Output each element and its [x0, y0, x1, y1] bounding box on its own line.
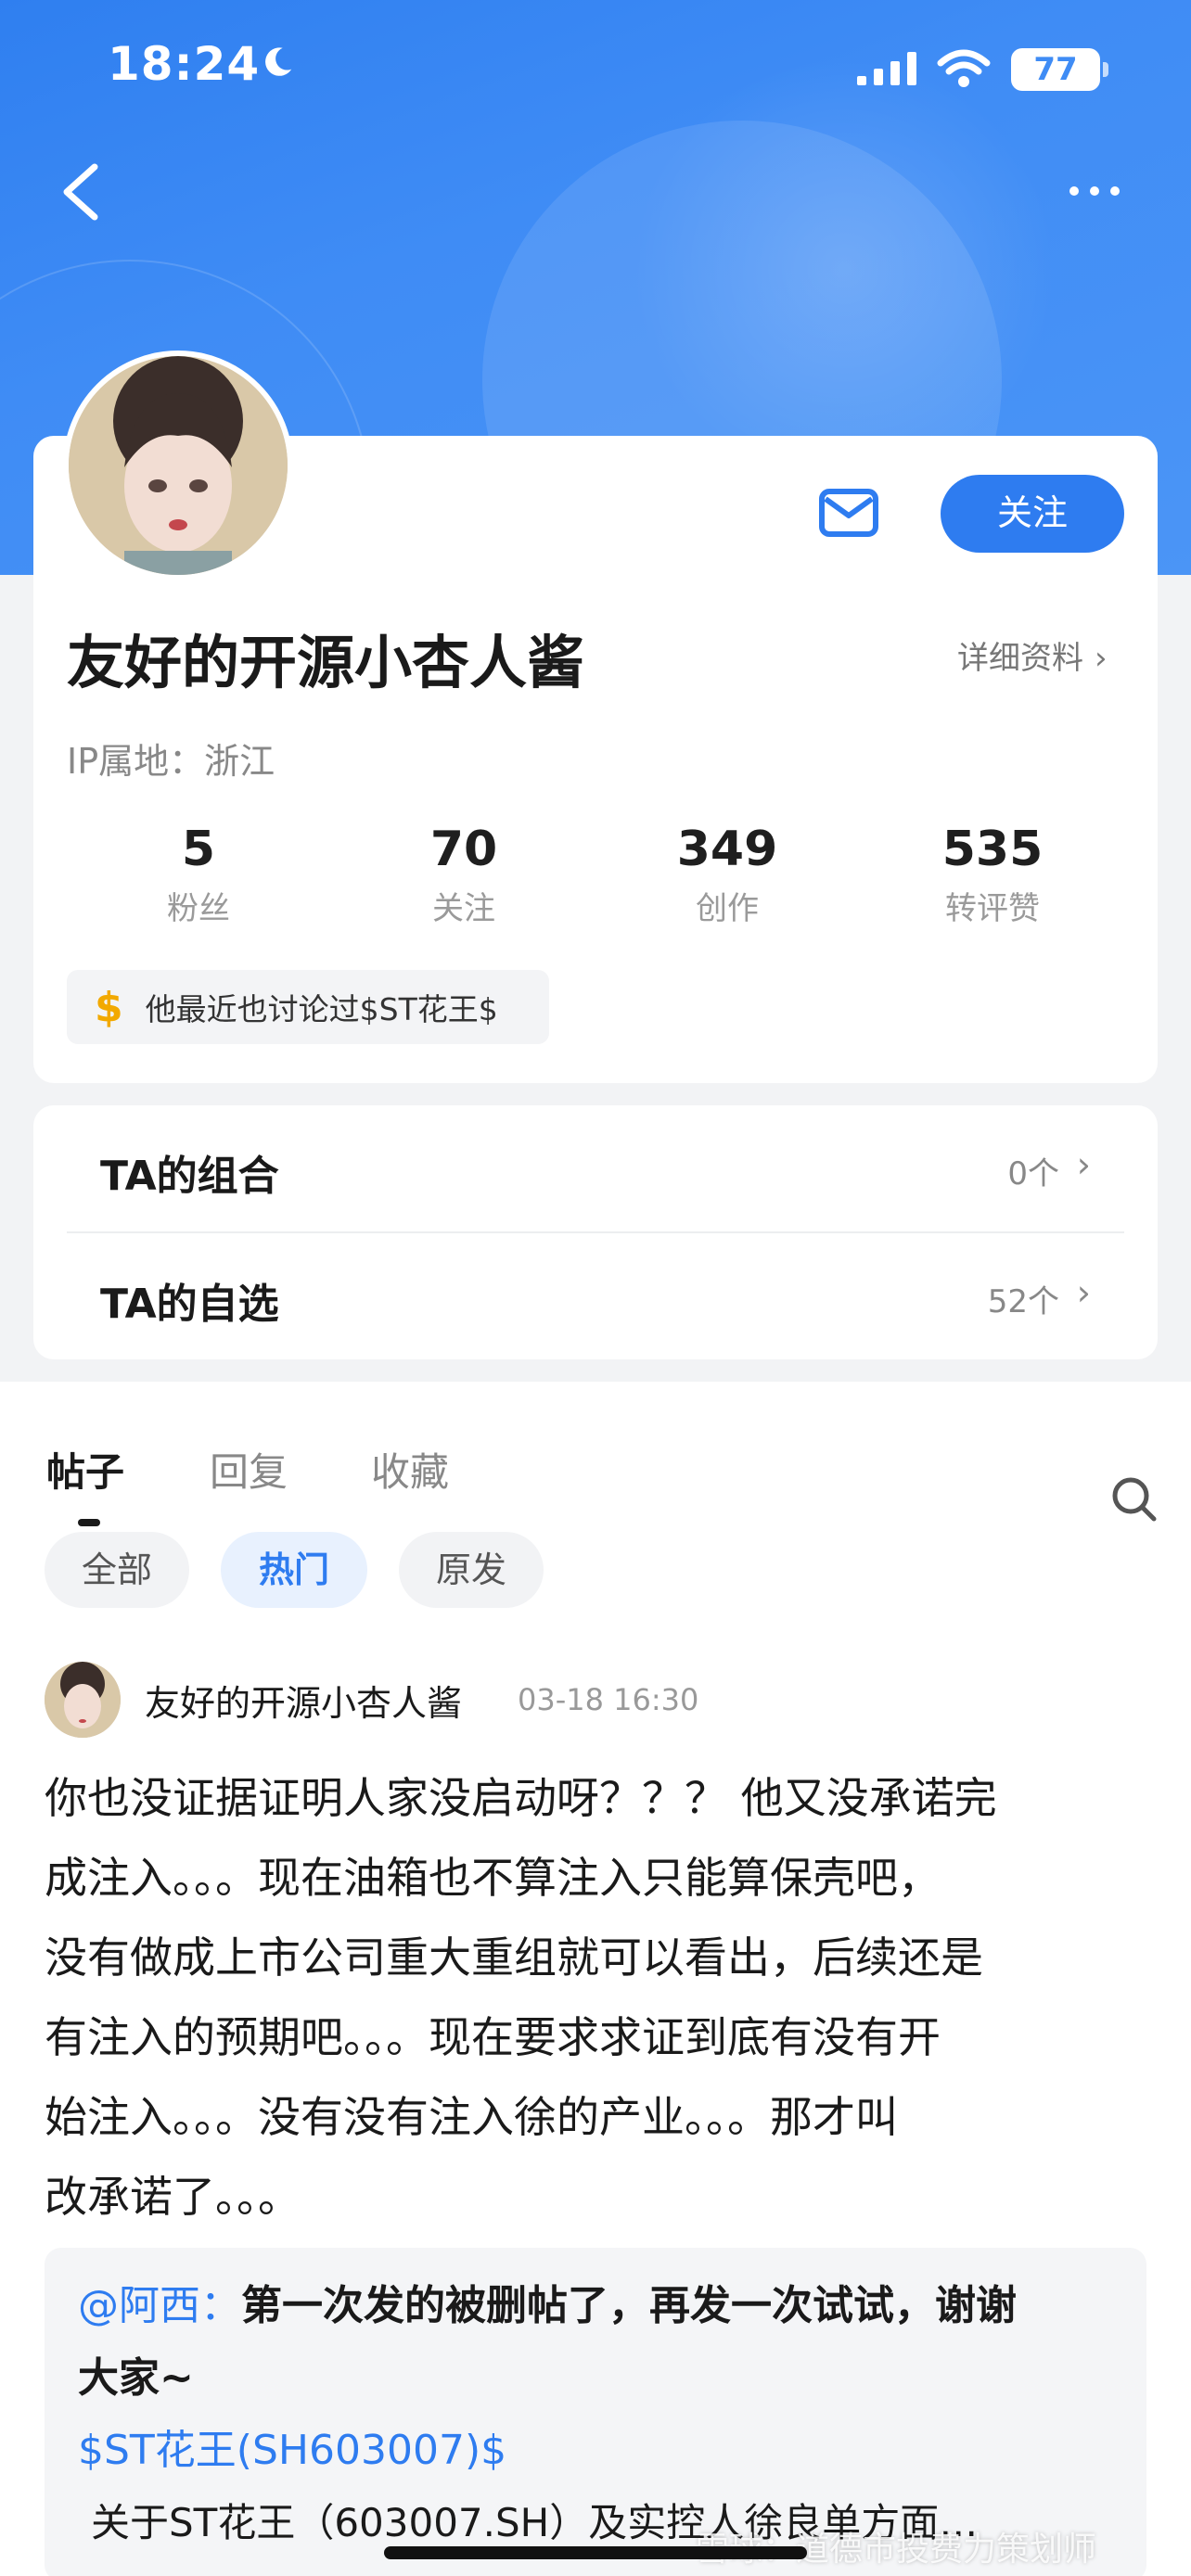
ip-location: IP属地：浙江 [67, 741, 275, 782]
post-author-name[interactable]: 友好的开源小杏人酱 [145, 1675, 462, 1726]
profile-detail-link[interactable]: 详细资料 › [957, 632, 1108, 678]
search-icon[interactable] [1109, 1474, 1159, 1524]
filter-hot[interactable]: 热门 [221, 1532, 367, 1608]
chevron-right-icon: › [1095, 640, 1108, 677]
status-time: 18:24 [108, 37, 261, 91]
detail-link-label: 详细资料 [957, 640, 1083, 677]
list-row-count: 0个 [1007, 1155, 1059, 1192]
home-indicator [384, 2546, 807, 2559]
list-row-watchlist[interactable]: TA的自选 52个 › [67, 1233, 1124, 1359]
post-body[interactable]: 你也没证据证明人家没启动呀？？？ 他又没承诺完 成注入。。。现在油箱也不算注入只… [45, 1758, 1154, 2237]
post-line: 始注入。。。没有没有注入徐的产业。。。那才叫 [45, 2092, 898, 2142]
post-line: 有注入的预期吧。。。现在要求求证到底有没有开 [45, 2012, 941, 2062]
quote-text: 第一次发的被删帖了，再发一次试试，谢谢 [241, 2282, 1017, 2329]
quote-line-2: 大家~ [78, 2354, 194, 2402]
back-button[interactable] [54, 159, 109, 224]
follow-button[interactable]: 关注 [941, 475, 1124, 553]
chevron-right-icon: › [1076, 1272, 1091, 1313]
tab-posts[interactable]: 帖子 [46, 1441, 124, 1498]
tab-replies[interactable]: 回复 [210, 1441, 288, 1498]
status-bar: 18:24 77 [0, 0, 1191, 139]
post-timestamp: 03-18 16:30 [518, 1682, 699, 1717]
stat-value: 349 [676, 822, 778, 877]
list-row-label: TA的组合 [100, 1153, 279, 1200]
discussed-text: 他最近也讨论过$ST花王$ [145, 991, 498, 1027]
message-icon[interactable] [816, 480, 881, 545]
tab-favorites[interactable]: 收藏 [371, 1441, 449, 1498]
quote-line-1: @阿西：第一次发的被删帖了，再发一次试试，谢谢 [78, 2270, 1113, 2342]
stat-label: 转评赞 [945, 890, 1040, 927]
stat-value: 535 [941, 822, 1044, 877]
post-line: 改承诺了。。。 [45, 2172, 301, 2222]
stat-interactions[interactable]: 535 转评赞 [881, 822, 1104, 928]
list-row-count: 52个 [987, 1283, 1059, 1320]
filter-all[interactable]: 全部 [45, 1532, 189, 1608]
list-divider [67, 1231, 1124, 1233]
stat-creations[interactable]: 349 创作 [616, 822, 839, 928]
active-tab-indicator [78, 1519, 100, 1526]
post-line: 你也没证据证明人家没启动呀？？？ 他又没承诺完 [45, 1773, 997, 1823]
dollar-icon: $ [95, 983, 123, 1031]
wifi-icon [937, 49, 991, 87]
post-line: 成注入。。。现在油箱也不算注入只能算保壳吧， [45, 1853, 941, 1903]
stat-value: 5 [181, 822, 216, 877]
discussed-stock-tag[interactable]: $ 他最近也讨论过$ST花王$ [67, 970, 549, 1044]
filter-original[interactable]: 原发 [399, 1532, 544, 1608]
cellular-signal-icon [857, 52, 916, 85]
quote-mention[interactable]: @阿西： [78, 2282, 241, 2329]
stat-label: 关注 [432, 890, 495, 927]
stat-label: 创作 [696, 890, 759, 927]
content-tabs: 帖子 回复 收藏 [0, 1419, 1191, 1526]
list-row-portfolio[interactable]: TA的组合 0个 › [67, 1105, 1124, 1231]
stat-following[interactable]: 70 关注 [352, 822, 575, 928]
stat-value: 70 [429, 822, 498, 877]
posts-section: 帖子 回复 收藏 全部 热门 原发 友好的开源小杏人酱 03-18 16:30 … [0, 1382, 1191, 2576]
quote-stock-link[interactable]: $ST花王(SH603007)$ [78, 2415, 1113, 2487]
stat-followers[interactable]: 5 粉丝 [87, 822, 310, 928]
battery-indicator: 77 [1011, 48, 1108, 91]
profile-name: 友好的开源小杏人酱 [67, 629, 585, 696]
moon-icon [265, 47, 292, 76]
chevron-right-icon: › [1076, 1144, 1091, 1185]
stat-label: 粉丝 [167, 890, 230, 927]
list-row-label: TA的自选 [100, 1281, 279, 1328]
post-author-avatar[interactable] [45, 1662, 121, 1738]
avatar[interactable] [63, 351, 293, 580]
post-line: 没有做成上市公司重大重组就可以看出，后续还是 [45, 1932, 983, 1983]
more-options-icon[interactable] [1067, 172, 1122, 210]
